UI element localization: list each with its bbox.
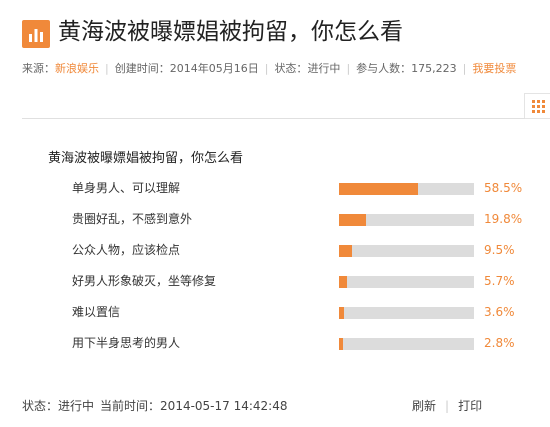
- created-label: 创建时间：: [114, 62, 170, 75]
- divider: |: [346, 62, 351, 75]
- option-label: 用下半身思考的男人: [72, 336, 181, 350]
- footer-status: 状态：进行中 当前时间：2014-05-17 14:42:48: [22, 398, 288, 414]
- created-value: 2014年05月16日: [169, 62, 259, 75]
- print-button[interactable]: 打印: [458, 398, 482, 414]
- result-bar: [339, 307, 474, 319]
- result-bar-fill: [339, 338, 343, 350]
- refresh-button[interactable]: 刷新: [412, 398, 436, 414]
- footer-status-value: 进行中: [58, 399, 95, 413]
- result-bar-fill: [339, 307, 344, 319]
- result-bar: [339, 276, 474, 288]
- result-bar: [339, 183, 474, 195]
- option-label: 贵圈好乱，不感到意外: [72, 212, 193, 226]
- status-label: 状态：: [274, 62, 308, 75]
- option-label: 公众人物，应该检点: [72, 243, 181, 257]
- result-bar-fill: [339, 183, 418, 195]
- divider: |: [264, 62, 269, 75]
- current-time-label: 当前时间：: [100, 399, 161, 413]
- current-time-value: 2014-05-17 14:42:48: [160, 399, 288, 413]
- divider: |: [462, 62, 467, 75]
- grid-menu-button[interactable]: [524, 93, 550, 119]
- option-label: 单身男人、可以理解: [72, 181, 181, 195]
- option-label: 好男人形象破灭，坐等修复: [72, 274, 217, 288]
- poll-question: 黄海波被曝嫖娼被拘留，你怎么看: [48, 151, 244, 166]
- result-bar: [339, 214, 474, 226]
- option-percent: 2.8%: [484, 336, 515, 350]
- grid-icon: [532, 100, 545, 113]
- footer-status-label: 状态：: [22, 399, 59, 413]
- footer-actions: 刷新 | 打印: [412, 398, 482, 414]
- option-percent: 19.8%: [484, 212, 523, 226]
- meta-bar: 来源： 新浪娱乐 | 创建时间： 2014年05月16日 | 状态： 进行中 |…: [22, 61, 516, 77]
- divider: |: [445, 399, 450, 413]
- page-title: 黄海波被曝嫖娼被拘留，你怎么看: [58, 19, 403, 45]
- divider-line: [22, 118, 525, 119]
- result-bar-fill: [339, 214, 366, 226]
- option-percent: 3.6%: [484, 305, 515, 319]
- participants-label: 参与人数：: [356, 62, 412, 75]
- source-label: 来源：: [22, 62, 55, 75]
- result-bar: [339, 338, 474, 350]
- result-bar-fill: [339, 245, 352, 257]
- option-percent: 5.7%: [484, 274, 515, 288]
- result-bar-fill: [339, 276, 347, 288]
- bar-chart-icon: [22, 20, 50, 48]
- source-link[interactable]: 新浪娱乐: [55, 61, 99, 77]
- option-percent: 9.5%: [484, 243, 515, 257]
- vote-link[interactable]: 我要投票: [472, 61, 516, 77]
- option-percent: 58.5%: [484, 181, 523, 195]
- option-label: 难以置信: [72, 305, 121, 319]
- result-bar: [339, 245, 474, 257]
- status-value: 进行中: [307, 62, 341, 75]
- participants-count: 175,223: [411, 62, 457, 75]
- divider: |: [105, 62, 109, 75]
